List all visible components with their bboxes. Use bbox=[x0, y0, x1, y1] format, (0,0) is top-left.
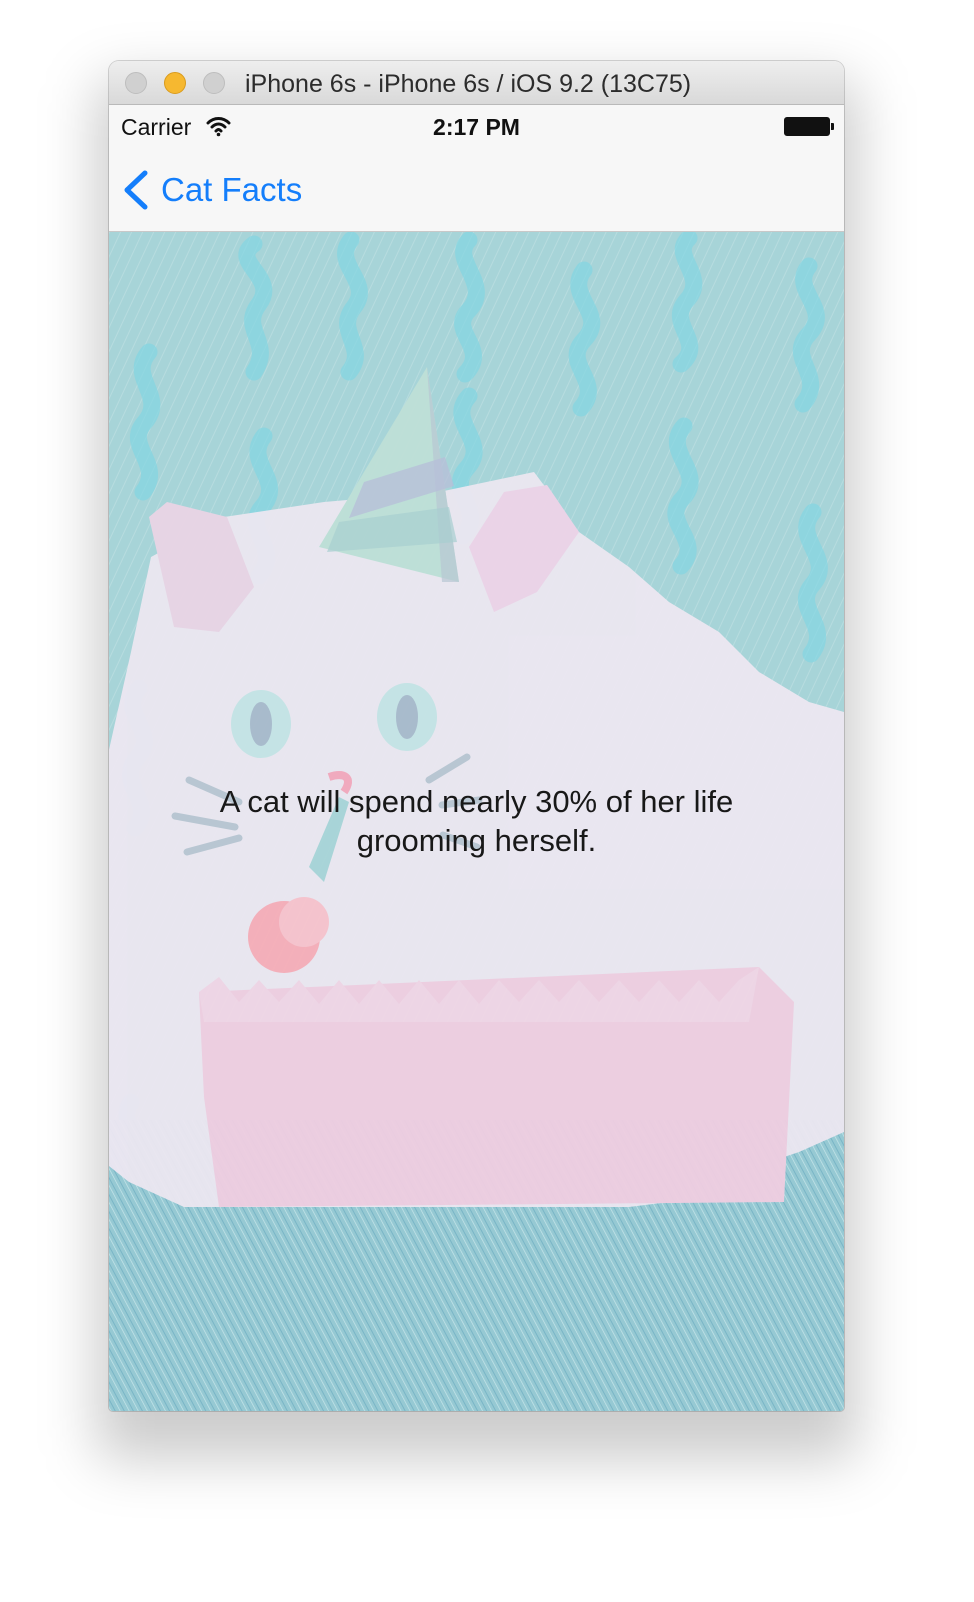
fact-view: A cat will spend nearly 30% of her life … bbox=[109, 232, 844, 1411]
battery-tip-icon bbox=[831, 123, 834, 130]
window-title-bar: iPhone 6s - iPhone 6s / iOS 9.2 (13C75) bbox=[109, 61, 844, 105]
back-button-label: Cat Facts bbox=[161, 171, 303, 208]
status-time: 2:17 PM bbox=[433, 114, 520, 140]
battery-icon bbox=[784, 117, 830, 136]
navigation-bar: Cat Facts bbox=[109, 150, 844, 232]
ios-status-bar: Carrier 2:17 PM bbox=[109, 105, 844, 150]
simulator-window: iPhone 6s - iPhone 6s / iOS 9.2 (13C75) … bbox=[109, 61, 844, 1411]
chevron-left-icon bbox=[124, 170, 148, 210]
close-window-button[interactable] bbox=[125, 72, 147, 94]
zoom-window-button[interactable] bbox=[203, 72, 225, 94]
back-button[interactable]: Cat Facts bbox=[121, 166, 302, 214]
window-title: iPhone 6s - iPhone 6s / iOS 9.2 (13C75) bbox=[245, 70, 692, 98]
cat-fact-text: A cat will spend nearly 30% of her life … bbox=[219, 784, 734, 858]
minimize-window-button[interactable] bbox=[164, 72, 186, 94]
